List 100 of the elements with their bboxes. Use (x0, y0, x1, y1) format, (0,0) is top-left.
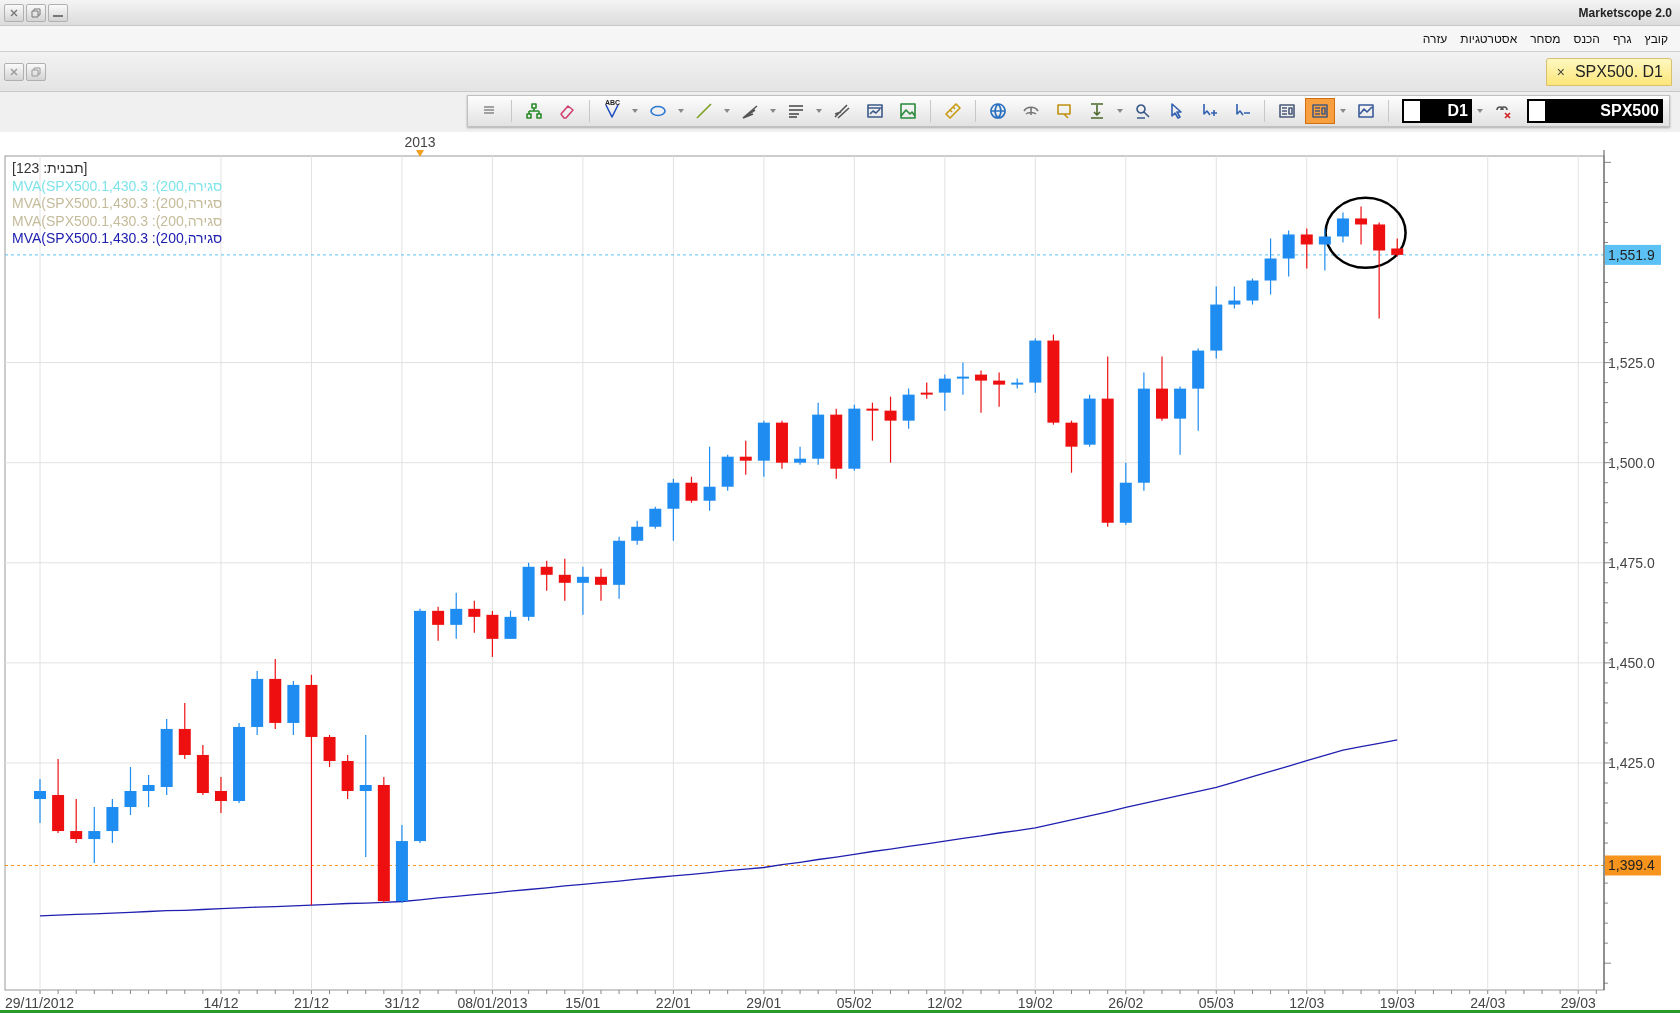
candle (124, 766, 137, 816)
candle (1300, 227, 1313, 270)
caret-icon (1340, 109, 1346, 113)
candle (34, 778, 46, 824)
lines-icon (787, 102, 805, 120)
minimize-button[interactable] (48, 3, 68, 22)
close-button[interactable] (4, 3, 24, 22)
date-label: 08/01/2013 (457, 995, 528, 1011)
candle (739, 440, 752, 476)
caret-icon (678, 109, 684, 113)
menu-item[interactable]: הכנס (1573, 31, 1600, 46)
candle (902, 388, 915, 430)
candle (323, 734, 336, 768)
caret-icon (1117, 109, 1123, 113)
candle (1318, 227, 1331, 272)
candle (1029, 337, 1042, 394)
instrument-field[interactable]: SPX500 (1527, 99, 1663, 123)
candle (812, 402, 825, 466)
restore-button[interactable] (26, 62, 46, 81)
date-label: 19/02 (1017, 995, 1053, 1011)
candle (685, 476, 698, 504)
globe-icon (989, 102, 1007, 120)
caret-icon (816, 109, 822, 113)
candle (938, 374, 951, 412)
candle (70, 798, 83, 844)
date-label: 22/01 (655, 995, 691, 1011)
candle (703, 446, 716, 512)
menu-item[interactable]: גרף (1612, 31, 1632, 46)
close-button[interactable] (4, 62, 24, 81)
legend-text: MVA(SPX500.1,430.3 :(200,סגירה (12, 195, 223, 211)
menu-item[interactable]: מסחר (1530, 31, 1561, 46)
candle (486, 610, 499, 658)
date-label: 29/01 (746, 995, 782, 1011)
candle (1336, 211, 1349, 244)
candle (432, 606, 445, 642)
legend-text: MVA(SPX500.1,430.3 :(200,סגירה (12, 177, 223, 194)
candle (1391, 237, 1404, 258)
image-icon (899, 102, 917, 120)
candle (866, 402, 879, 442)
restore-icon (31, 66, 41, 77)
candle (794, 446, 807, 466)
fork-icon (833, 102, 851, 120)
date-label: 12/03 (1289, 995, 1325, 1011)
date-label: 26/02 (1108, 995, 1144, 1011)
legend-text: MVA(SPX500.1,430.3 :(200,סגירה (12, 230, 223, 246)
candle (1156, 356, 1168, 422)
year-marker-icon (416, 150, 425, 157)
date-label: 24/03 (1470, 995, 1506, 1011)
candle (993, 372, 1006, 408)
candle (1065, 420, 1078, 474)
document-tab[interactable]: × SPX500. D1 (1545, 57, 1672, 86)
menu-item[interactable]: קובץ (1644, 31, 1668, 46)
candle (631, 520, 644, 546)
candle (1174, 386, 1187, 456)
text-icon (603, 102, 621, 120)
caret-icon (724, 109, 730, 113)
candle (1228, 285, 1241, 310)
candle (595, 568, 607, 602)
caret-icon (770, 109, 776, 113)
panel-icon (1311, 102, 1329, 120)
hierarchy-icon (525, 102, 543, 120)
candle (106, 798, 119, 844)
candle (1264, 237, 1277, 296)
candle (196, 744, 209, 796)
menu-item[interactable]: אסטרטגיות (1460, 31, 1518, 46)
eraser-icon (558, 102, 576, 120)
chart-icon (1357, 102, 1375, 120)
candle (1011, 378, 1024, 390)
window-icon (866, 102, 884, 120)
candle (576, 566, 589, 616)
tab-label: SPX500. D1 (1574, 62, 1663, 81)
date-label: 31/12 (384, 995, 420, 1011)
candle (214, 776, 227, 814)
close-icon (9, 7, 19, 18)
candle (613, 536, 626, 600)
tab-close[interactable]: × (1556, 63, 1565, 80)
candle (649, 506, 662, 530)
close-icon (9, 66, 19, 77)
axis-label: 1,475.0 (1608, 554, 1655, 571)
timeframe-field[interactable]: D1 (1402, 99, 1472, 123)
pencil-icon (695, 102, 713, 120)
axis-label: 1,525.0 (1608, 354, 1655, 371)
candle (1119, 462, 1132, 526)
axis-label: 1,425.0 (1608, 755, 1655, 771)
candle (721, 454, 734, 492)
restore-button[interactable] (26, 3, 46, 22)
date-label: 05/02 (836, 995, 872, 1011)
price-label: 1,399.4 (1608, 857, 1655, 874)
ruler-icon (944, 102, 962, 120)
level-icon (1088, 102, 1106, 120)
candle (178, 702, 191, 760)
legend-text: MVA(SPX500.1,430.3 :(200,סגירה (12, 212, 223, 229)
axis-label: 1,450.0 (1608, 654, 1655, 671)
date-label: 15/01 (565, 995, 601, 1011)
price-label: 1,551.9 (1608, 246, 1655, 263)
date-label: 29/03 (1560, 995, 1596, 1011)
candle (142, 774, 155, 808)
menu-item[interactable]: עזרה (1422, 31, 1448, 46)
date-label: 14/12 (203, 995, 239, 1011)
candle (504, 610, 517, 640)
